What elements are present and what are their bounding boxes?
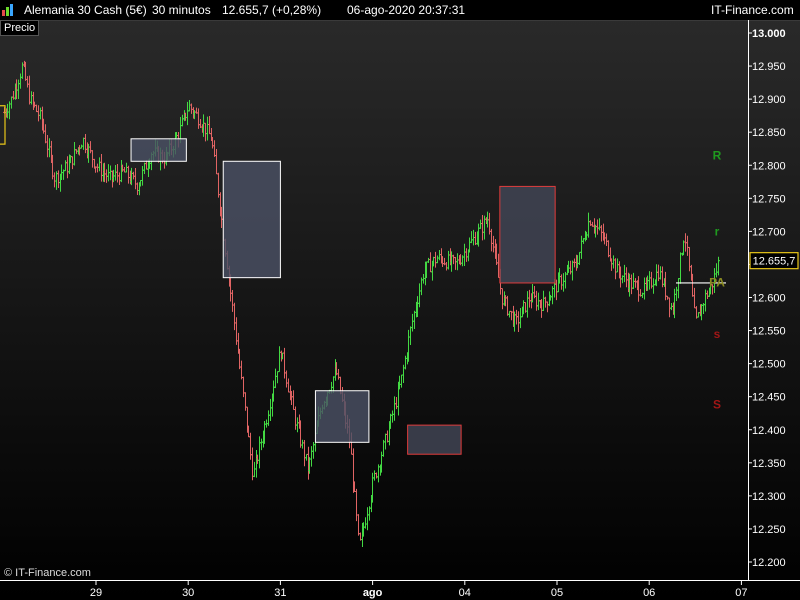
y-tick-label: 12.700 (752, 226, 786, 238)
y-tick-label: 12.300 (752, 491, 786, 503)
y-tick-label: 12.550 (752, 326, 786, 338)
copyright-text: © IT-Finance.com (4, 567, 91, 579)
x-tick-label: ago (363, 587, 383, 599)
x-tick-label: 07 (735, 587, 747, 599)
y-tick-label: 12.750 (752, 193, 786, 205)
x-tick-label: 31 (274, 587, 286, 599)
y-tick-label: 12.500 (752, 359, 786, 371)
pivot-label: r (715, 224, 720, 238)
x-tick-label: 05 (551, 587, 563, 599)
price-zone-box[interactable] (314, 390, 370, 443)
y-tick-label: 12.250 (752, 524, 786, 536)
y-tick-label: 12.600 (752, 293, 786, 305)
x-tick-label: 06 (643, 587, 655, 599)
y-tick-label: 12.950 (752, 61, 786, 73)
price-chart[interactable]: Rr PA s S 12.200 12.250 12.300 12.350 12.400 12.4… (0, 0, 800, 600)
y-tick-label: 12.400 (752, 425, 786, 437)
price-zone-box[interactable] (407, 424, 462, 455)
y-tick-label: 12.850 (752, 127, 786, 139)
pivot-label: PA (709, 275, 725, 289)
price-zone-box[interactable] (499, 185, 556, 284)
y-tick-label: 12.200 (752, 557, 786, 569)
pivot-label: s (714, 327, 721, 341)
pivot-label: R (713, 148, 722, 162)
pivot-label: S (713, 398, 721, 412)
price-zone-box[interactable] (130, 138, 187, 162)
y-tick-label: 12.800 (752, 160, 786, 172)
x-tick-label: 04 (459, 587, 471, 599)
y-tick-label: 12.350 (752, 458, 786, 470)
current-price-label: 12.655,7 (753, 256, 796, 268)
x-tick-label: 29 (90, 587, 102, 599)
y-tick-label: 13.000 (752, 28, 786, 40)
y-tick-label: 12.900 (752, 94, 786, 106)
price-zone-box[interactable] (222, 160, 281, 279)
x-tick-label: 30 (182, 587, 194, 599)
y-tick-label: 12.450 (752, 392, 786, 404)
